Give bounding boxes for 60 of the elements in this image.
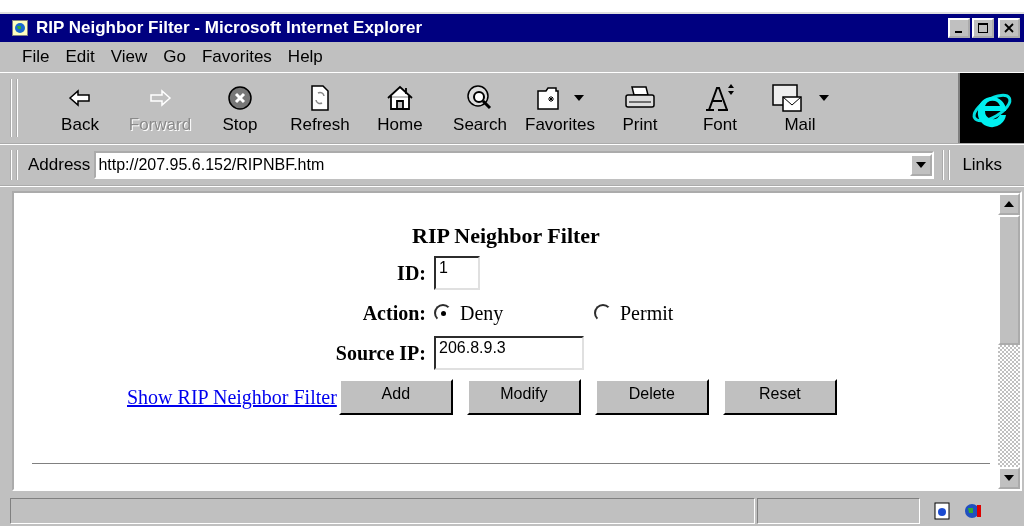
toolbar-grip[interactable] xyxy=(10,79,18,137)
font-icon xyxy=(704,84,736,112)
menu-item[interactable]: Favorites xyxy=(201,47,272,67)
menu-item[interactable]: File xyxy=(22,47,50,67)
caret-icon xyxy=(916,162,927,168)
window-title: RIP Neighbor Filter - Microsoft Internet Explorer xyxy=(36,18,423,38)
address-field[interactable]: http://207.95.6.152/RIPNBF.htm xyxy=(94,151,935,179)
toolbar-button[interactable]: Font xyxy=(680,81,760,135)
radio-option[interactable]: Permit xyxy=(594,301,754,325)
zone-globe-icon xyxy=(964,501,984,520)
minimize-button[interactable] xyxy=(948,18,970,38)
radio-option[interactable]: Deny xyxy=(434,301,594,325)
search-icon xyxy=(466,84,494,112)
minimize-icon xyxy=(954,30,962,33)
source-ip-field[interactable]: 206.8.9.3 xyxy=(434,336,584,370)
scroll-thumb[interactable] xyxy=(998,215,1020,345)
caret-icon xyxy=(819,95,829,101)
id-label: ID: xyxy=(396,261,427,285)
source-ip-label: Source IP: xyxy=(334,341,427,365)
close-icon xyxy=(1004,23,1014,33)
id-field[interactable]: 1 xyxy=(434,256,480,290)
form-button[interactable]: Reset xyxy=(722,379,837,415)
menu-item[interactable]: View xyxy=(110,47,148,67)
form-button[interactable]: Add xyxy=(338,379,453,415)
scroll-down-button[interactable] xyxy=(998,467,1020,489)
printer-icon xyxy=(624,85,656,111)
refresh-page-icon xyxy=(308,85,332,111)
globe-page-icon xyxy=(12,20,28,36)
scrollbar[interactable] xyxy=(998,193,1020,489)
stop-icon xyxy=(227,85,253,111)
toolbar-grip[interactable] xyxy=(10,150,18,180)
toolbar-button[interactable]: Stop xyxy=(200,81,280,135)
menu-item[interactable]: Edit xyxy=(65,47,95,67)
toolbar-button[interactable]: Print xyxy=(600,81,680,135)
home-icon xyxy=(386,85,414,111)
toolbar-button[interactable]: Back xyxy=(40,81,120,135)
menu-item[interactable]: Go xyxy=(163,47,186,67)
maximize-button[interactable] xyxy=(972,18,994,38)
scroll-up-button[interactable] xyxy=(998,193,1020,215)
toolbar-button[interactable]: Search xyxy=(440,81,520,135)
form-button[interactable]: Delete xyxy=(594,379,709,415)
menu-item[interactable]: Help xyxy=(287,47,323,67)
toolbar-grip[interactable] xyxy=(942,150,951,180)
action-label: Action: xyxy=(361,301,427,325)
page-globe-icon xyxy=(934,501,950,520)
down-arrow-icon xyxy=(1004,475,1014,481)
dropdown-button[interactable] xyxy=(910,154,933,176)
maximize-icon xyxy=(978,23,988,33)
caret-icon xyxy=(574,95,584,101)
close-button[interactable] xyxy=(998,18,1020,38)
toolbar-button[interactable]: Refresh xyxy=(280,81,360,135)
toolbar-button[interactable]: Favorites xyxy=(520,81,600,135)
form-button[interactable]: Modify xyxy=(466,379,581,415)
up-arrow-icon xyxy=(1004,201,1014,207)
show-filter-link[interactable]: Show RIP Neighbor Filter xyxy=(127,385,337,409)
toolbar-button[interactable]: Home xyxy=(360,81,440,135)
page-heading: RIP Neighbor Filter xyxy=(411,223,601,249)
toolbar-button[interactable]: Mail xyxy=(760,81,840,135)
links-button[interactable]: Links xyxy=(962,155,1003,175)
address-label: Address xyxy=(28,155,91,175)
